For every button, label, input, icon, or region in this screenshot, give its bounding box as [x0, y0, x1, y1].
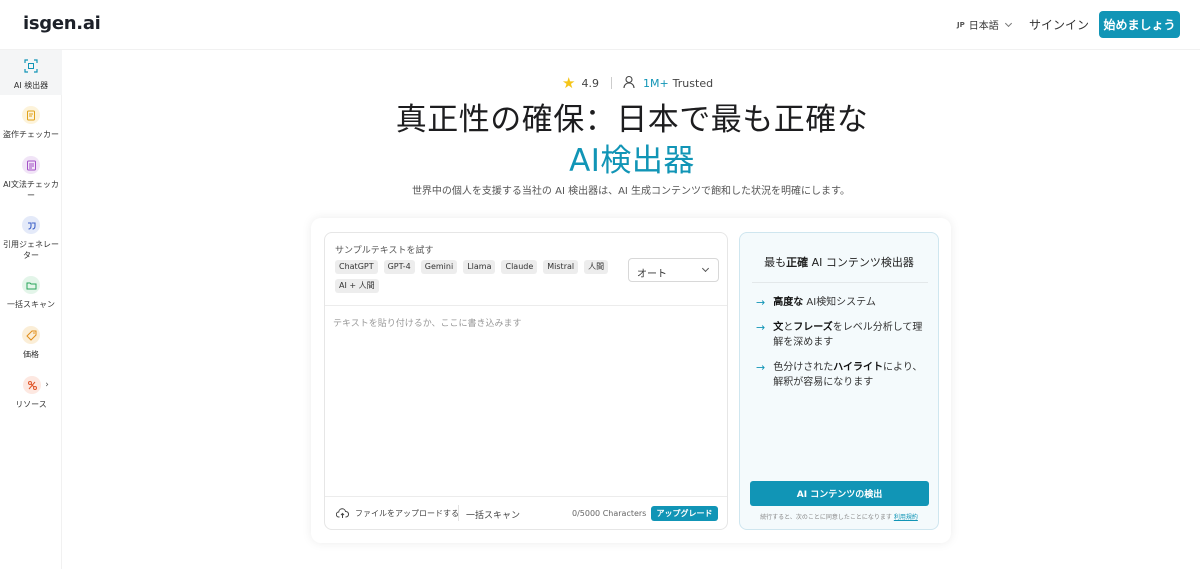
text-editor: サンプルテキストを試す ChatGPT GPT-4 Gemini Llama C… [324, 232, 728, 530]
page-title: 真正性の確保：日本で最も正確な [395, 102, 869, 138]
sidebar-item-label: リソース [15, 400, 47, 409]
sample-text-label: サンプルテキストを試す [335, 246, 434, 256]
feature-item: → 高度な AI検知システム [756, 295, 930, 310]
detect-ai-content-button[interactable]: AI コンテンツの検出 [750, 481, 929, 506]
language-code: JP [957, 20, 965, 29]
upload-label: ファイルをアップロードする [355, 509, 459, 518]
chip-gemini[interactable]: Gemini [420, 260, 458, 274]
feature-bold: 文 [773, 322, 784, 333]
panel-title-prefix: 最も [764, 256, 787, 269]
feature-text: 文とフレーズをレベル分析して理解を深めます [773, 320, 930, 350]
sidebar-item-bulk-scan[interactable]: 一括スキャン [0, 276, 62, 310]
sidebar-item-label: 一括スキャン [7, 300, 55, 309]
panel-title-bold: 正確 [786, 256, 809, 269]
price-tag-icon [22, 326, 40, 344]
feature-bold: ハイライト [833, 362, 884, 373]
star-icon: ★ [562, 74, 576, 92]
divider [325, 496, 727, 497]
divider [458, 505, 459, 521]
feature-bold: フレーズ [793, 322, 833, 333]
chip-llama[interactable]: Llama [463, 260, 496, 274]
upload-file-button[interactable]: ファイルをアップロードする [336, 508, 459, 519]
feature-bold: 高度な [773, 297, 804, 308]
feature-rest: と [783, 322, 794, 333]
ai-detector-icon [22, 57, 40, 75]
sidebar-item-ai-detector[interactable]: AI 検出器 [0, 50, 62, 95]
sample-chips: ChatGPT GPT-4 Gemini Llama Claude Mistra… [335, 260, 615, 293]
panel-title: 最も正確 AI コンテンツ検出器 [740, 254, 938, 270]
mode-select-value: オート [637, 269, 667, 280]
feature-rest: 色分けされた [773, 362, 834, 373]
chip-mistral[interactable]: Mistral [543, 260, 579, 274]
terms-text: 続行すると、次のことに同意したことになります [760, 514, 892, 521]
divider [752, 282, 928, 283]
trusted-label: Trusted [672, 76, 714, 90]
detector-card: サンプルテキストを試す ChatGPT GPT-4 Gemini Llama C… [311, 218, 951, 543]
rating-bar: ★ 4.9 1M+ Trusted [562, 74, 713, 92]
feature-panel: 最も正確 AI コンテンツ検出器 → 高度な AI検知システム → 文とフレーズ… [739, 232, 939, 530]
signin-link[interactable]: サインイン [1029, 16, 1089, 33]
page-title-highlight: AI検出器 [569, 143, 695, 179]
upgrade-button[interactable]: アップグレード [651, 506, 718, 521]
chip-chatgpt[interactable]: ChatGPT [335, 260, 378, 274]
sidebar-item-label: 価格 [23, 350, 39, 359]
logo[interactable]: isgen.ai [23, 13, 101, 34]
top-header: isgen.ai JP 日本語 サインイン 始めましょう [0, 0, 1200, 50]
character-count: 0/5000 Characters [572, 509, 647, 518]
terms-link[interactable]: 利用規約 [894, 514, 918, 521]
sidebar-item-citation[interactable]: 引用ジェネレーター [0, 216, 62, 261]
page-subtitle: 世界中の個人を支援する当社の AI 検出器は、AI 生成コンテンツで飽和した状況… [411, 186, 851, 197]
feature-text: 色分けされたハイライトにより、解釈が容易になります [773, 360, 930, 390]
chip-ai-human[interactable]: AI + 人間 [335, 279, 379, 293]
divider [610, 77, 612, 89]
terms-notice: 続行すると、次のことに同意したことになります 利用規約 [740, 512, 938, 521]
language-label: 日本語 [968, 21, 999, 32]
mode-select[interactable]: オート [628, 258, 719, 282]
arrow-right-icon: → [756, 296, 766, 309]
chevron-down-icon [701, 264, 710, 273]
resources-icon-row: › [23, 376, 49, 399]
panel-title-suffix: AI コンテンツ検出器 [808, 256, 914, 269]
cloud-upload-icon [336, 508, 349, 518]
folder-icon [22, 276, 40, 294]
chevron-right-icon: › [45, 380, 49, 390]
chip-gpt4[interactable]: GPT-4 [383, 260, 415, 274]
user-icon [623, 75, 637, 92]
feature-text: 高度な AI検知システム [773, 295, 876, 310]
arrow-right-icon: → [756, 361, 766, 374]
feature-item: → 文とフレーズをレベル分析して理解を深めます [756, 320, 930, 350]
user-count: 1M+ [642, 76, 669, 90]
feature-item: → 色分けされたハイライトにより、解釈が容易になります [756, 360, 930, 390]
sidebar-item-resources[interactable]: › リソース [0, 376, 62, 410]
resources-icon [23, 376, 42, 394]
chip-human[interactable]: 人間 [584, 260, 609, 274]
text-input[interactable] [325, 306, 727, 496]
get-started-button[interactable]: 始めましょう [1099, 11, 1180, 38]
bulk-scan-button[interactable]: 一括スキャン [466, 508, 520, 521]
sidebar-item-pricing[interactable]: 価格 [0, 326, 62, 360]
chevron-down-icon [1004, 19, 1012, 27]
citation-icon [22, 216, 40, 234]
sidebar-item-label: AI 検出器 [13, 81, 49, 90]
arrow-right-icon: → [756, 321, 766, 334]
chip-claude[interactable]: Claude [501, 260, 538, 274]
feature-rest: AI検知システム [803, 297, 876, 308]
language-selector[interactable]: JP 日本語 [957, 17, 1012, 32]
sidebar-item-label: 引用ジェネレーター [3, 240, 59, 260]
rating-value: 4.9 [581, 76, 599, 90]
